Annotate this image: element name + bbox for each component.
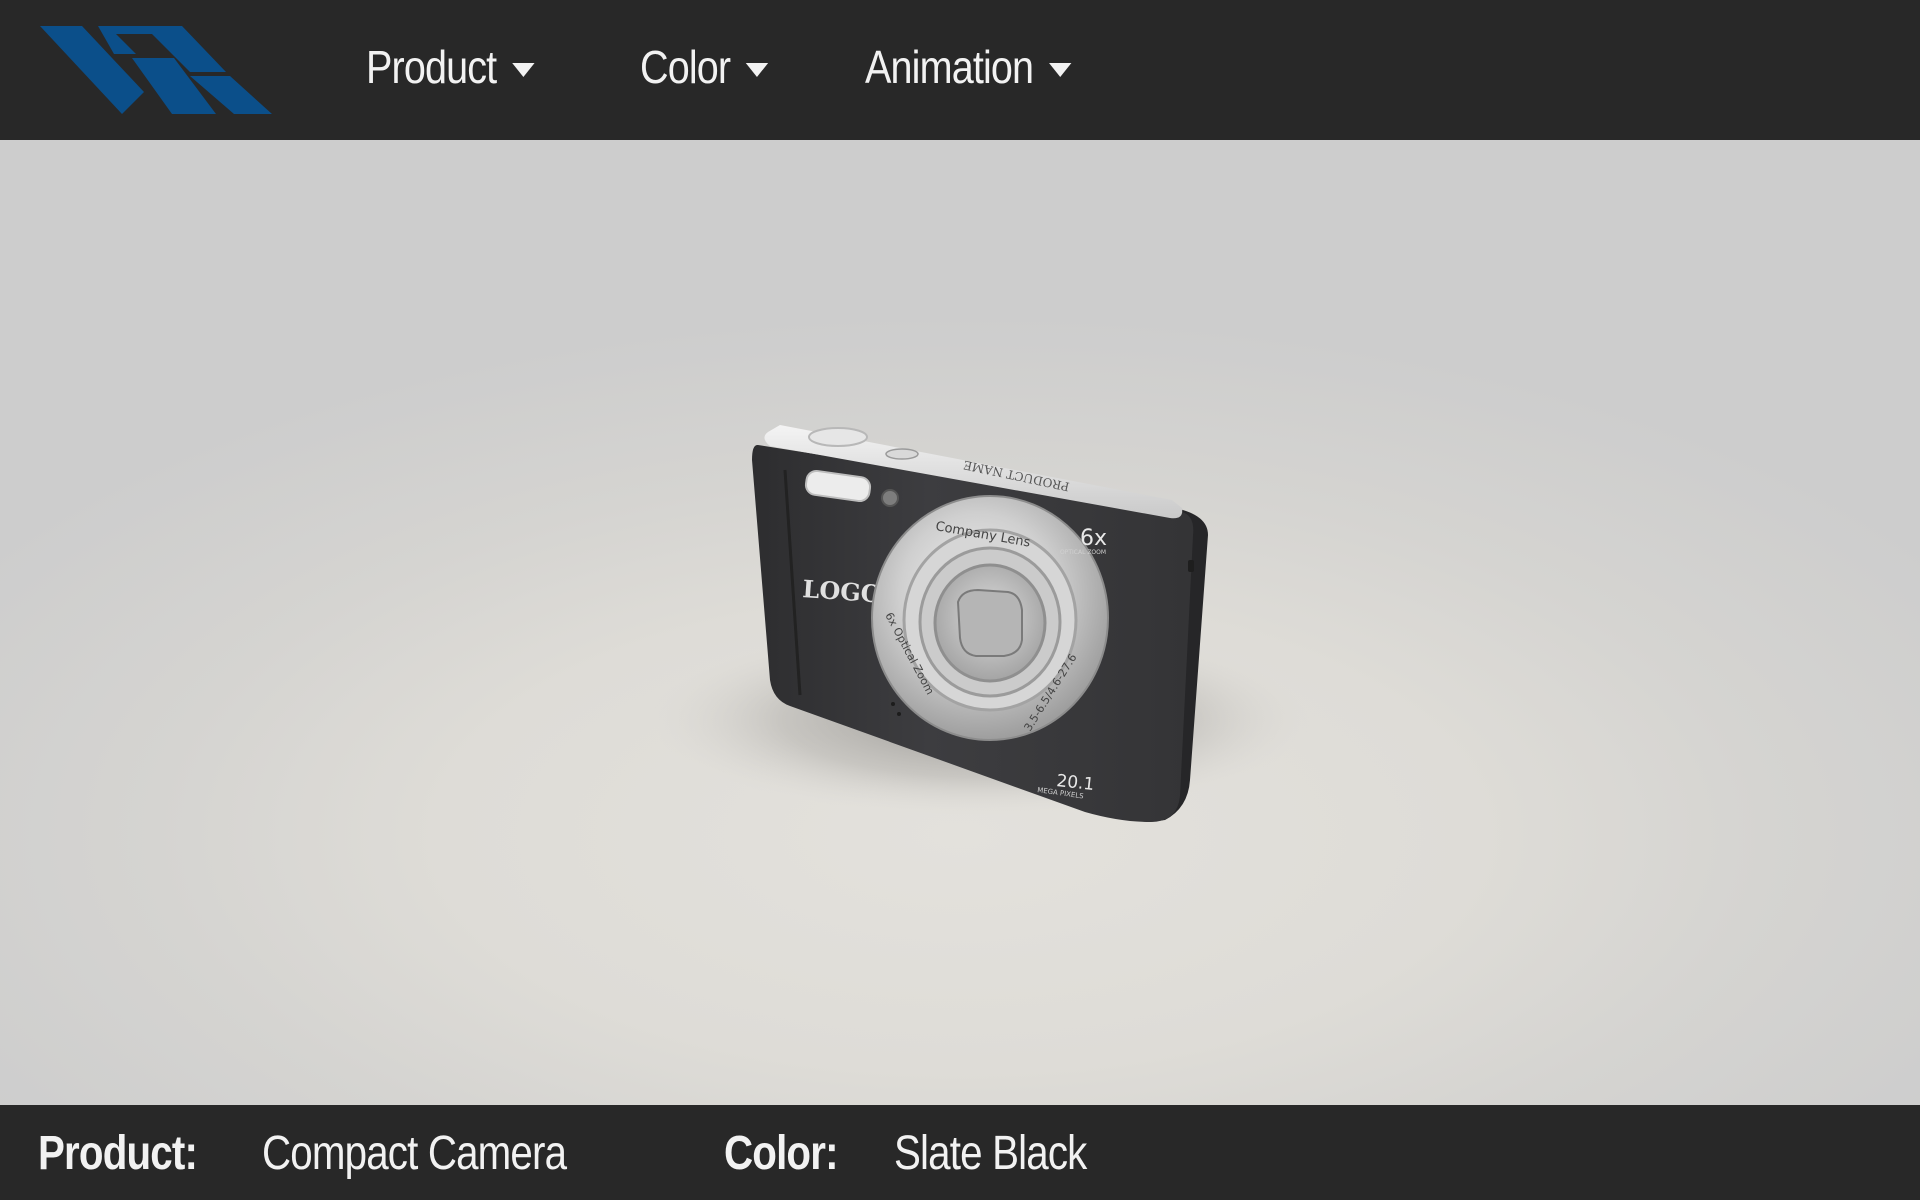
lens-cover: [956, 588, 1023, 657]
product-label: Product:: [38, 1126, 198, 1180]
menu-product[interactable]: Product: [366, 34, 535, 100]
bottom-status-bar: Product: Compact Camera Color: Slate Bla…: [0, 1105, 1920, 1200]
caret-down-icon: [1048, 63, 1072, 77]
shutter-button[interactable]: [808, 427, 868, 447]
menu-animation[interactable]: Animation: [865, 34, 1072, 100]
brand-logo[interactable]: [40, 22, 272, 118]
menu-color-label: Color: [640, 41, 731, 93]
menu-product-label: Product: [366, 41, 497, 93]
zoom-badge: 6x: [1080, 526, 1107, 551]
power-button[interactable]: [885, 448, 919, 460]
caret-down-icon: [511, 63, 535, 77]
caret-down-icon: [745, 63, 769, 77]
color-label: Color:: [724, 1126, 839, 1180]
top-navigation-bar: Product Color Animation: [0, 0, 1920, 140]
microphone-hole: [891, 702, 895, 706]
af-lamp: [881, 489, 899, 507]
product-value: Compact Camera: [262, 1126, 567, 1180]
microphone-hole: [897, 712, 901, 716]
menu-animation-label: Animation: [865, 41, 1034, 93]
zoom-badge-sub: OPTICAL ZOOM: [1060, 549, 1106, 556]
camera-model[interactable]: PRODUCT NAME LOGO Company Lens 6x Optica…: [0, 140, 1920, 1105]
color-value: Slate Black: [894, 1126, 1087, 1180]
3d-viewport[interactable]: PRODUCT NAME LOGO Company Lens 6x Optica…: [0, 140, 1920, 1105]
front-logo: LOGO: [802, 574, 883, 608]
menu-color[interactable]: Color: [640, 34, 769, 100]
strap-lug: [1188, 560, 1194, 572]
